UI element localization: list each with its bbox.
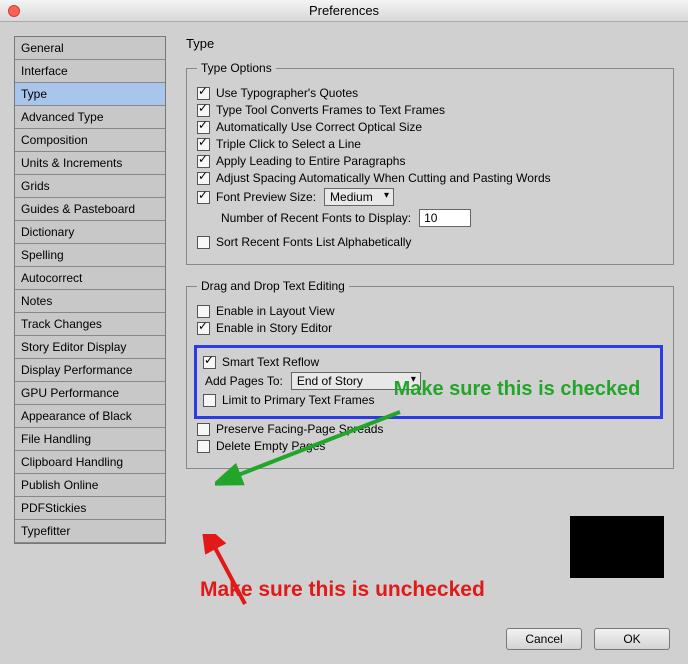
adjust-spacing-checkbox[interactable] xyxy=(197,172,210,185)
enable-layout-checkbox[interactable] xyxy=(197,305,210,318)
sidebar-item-clipboard-handling[interactable]: Clipboard Handling xyxy=(15,451,165,474)
sidebar-item-units-increments[interactable]: Units & Increments xyxy=(15,152,165,175)
type-options-group: Type Options Use Typographer's Quotes Ty… xyxy=(186,61,674,265)
sidebar-item-notes[interactable]: Notes xyxy=(15,290,165,313)
sidebar-item-spelling[interactable]: Spelling xyxy=(15,244,165,267)
delete-empty-label: Delete Empty Pages xyxy=(216,439,325,453)
window-title: Preferences xyxy=(0,0,688,22)
typographers-quotes-checkbox[interactable] xyxy=(197,87,210,100)
preferences-window: Preferences GeneralInterfaceTypeAdvanced… xyxy=(0,0,688,664)
body: GeneralInterfaceTypeAdvanced TypeComposi… xyxy=(0,22,688,664)
sidebar-item-story-editor-display[interactable]: Story Editor Display xyxy=(15,336,165,359)
delete-empty-checkbox[interactable] xyxy=(197,440,210,453)
recent-fonts-input[interactable]: 10 xyxy=(419,209,471,227)
limit-primary-checkbox[interactable] xyxy=(203,394,216,407)
redaction-block xyxy=(570,516,664,578)
limit-primary-label: Limit to Primary Text Frames xyxy=(222,393,374,407)
smart-reflow-checkbox[interactable] xyxy=(203,356,216,369)
sidebar-item-gpu-performance[interactable]: GPU Performance xyxy=(15,382,165,405)
recent-fonts-value: 10 xyxy=(424,211,437,225)
sidebar-item-file-handling[interactable]: File Handling xyxy=(15,428,165,451)
preserve-facing-checkbox[interactable] xyxy=(197,423,210,436)
enable-story-label: Enable in Story Editor xyxy=(216,321,332,335)
font-preview-size-select[interactable]: Medium xyxy=(324,188,394,206)
close-icon[interactable] xyxy=(8,5,20,17)
apply-leading-label: Apply Leading to Entire Paragraphs xyxy=(216,154,405,168)
sidebar-item-type[interactable]: Type xyxy=(15,83,165,106)
sidebar-item-general[interactable]: General xyxy=(15,37,165,60)
category-sidebar: GeneralInterfaceTypeAdvanced TypeComposi… xyxy=(14,36,166,544)
sidebar-item-publish-online[interactable]: Publish Online xyxy=(15,474,165,497)
apply-leading-checkbox[interactable] xyxy=(197,155,210,168)
preserve-facing-label: Preserve Facing-Page Spreads xyxy=(216,422,383,436)
optical-size-checkbox[interactable] xyxy=(197,121,210,134)
sidebar-item-appearance-of-black[interactable]: Appearance of Black xyxy=(15,405,165,428)
sort-recent-checkbox[interactable] xyxy=(197,236,210,249)
font-preview-checkbox[interactable] xyxy=(197,191,210,204)
ok-button[interactable]: OK xyxy=(594,628,670,650)
font-preview-label: Font Preview Size: xyxy=(216,190,316,204)
sidebar-item-dictionary[interactable]: Dictionary xyxy=(15,221,165,244)
sidebar-item-pdfstickies[interactable]: PDFStickies xyxy=(15,497,165,520)
cancel-button[interactable]: Cancel xyxy=(506,628,582,650)
sidebar-item-composition[interactable]: Composition xyxy=(15,129,165,152)
enable-layout-label: Enable in Layout View xyxy=(216,304,335,318)
adjust-spacing-label: Adjust Spacing Automatically When Cuttin… xyxy=(216,171,551,185)
optical-size-label: Automatically Use Correct Optical Size xyxy=(216,120,422,134)
convert-frames-checkbox[interactable] xyxy=(197,104,210,117)
type-options-legend: Type Options xyxy=(197,61,276,75)
convert-frames-label: Type Tool Converts Frames to Text Frames xyxy=(216,103,445,117)
add-pages-label: Add Pages To: xyxy=(205,374,283,388)
titlebar: Preferences xyxy=(0,0,688,22)
add-pages-value: End of Story xyxy=(297,374,363,388)
drag-drop-legend: Drag and Drop Text Editing xyxy=(197,279,349,293)
sidebar-item-interface[interactable]: Interface xyxy=(15,60,165,83)
panel-heading: Type xyxy=(186,36,674,51)
enable-story-checkbox[interactable] xyxy=(197,322,210,335)
annotation-unchecked: Make sure this is unchecked xyxy=(200,578,630,602)
sidebar-item-guides-pasteboard[interactable]: Guides & Pasteboard xyxy=(15,198,165,221)
sidebar-item-track-changes[interactable]: Track Changes xyxy=(15,313,165,336)
annotation-checked: Make sure this is checked xyxy=(392,378,642,400)
smart-reflow-legend: Smart Text Reflow xyxy=(222,355,319,369)
triple-click-label: Triple Click to Select a Line xyxy=(216,137,361,151)
button-bar: Cancel OK xyxy=(506,628,670,650)
sidebar-item-grids[interactable]: Grids xyxy=(15,175,165,198)
sidebar-item-display-performance[interactable]: Display Performance xyxy=(15,359,165,382)
sidebar-item-advanced-type[interactable]: Advanced Type xyxy=(15,106,165,129)
sidebar-item-autocorrect[interactable]: Autocorrect xyxy=(15,267,165,290)
typographers-quotes-label: Use Typographer's Quotes xyxy=(216,86,358,100)
sort-recent-label: Sort Recent Fonts List Alphabetically xyxy=(216,235,411,249)
triple-click-checkbox[interactable] xyxy=(197,138,210,151)
sidebar-item-typefitter[interactable]: Typefitter xyxy=(15,520,165,543)
drag-drop-group: Drag and Drop Text Editing Enable in Lay… xyxy=(186,279,674,469)
recent-fonts-label: Number of Recent Fonts to Display: xyxy=(221,211,411,225)
font-preview-size-value: Medium xyxy=(330,190,373,204)
